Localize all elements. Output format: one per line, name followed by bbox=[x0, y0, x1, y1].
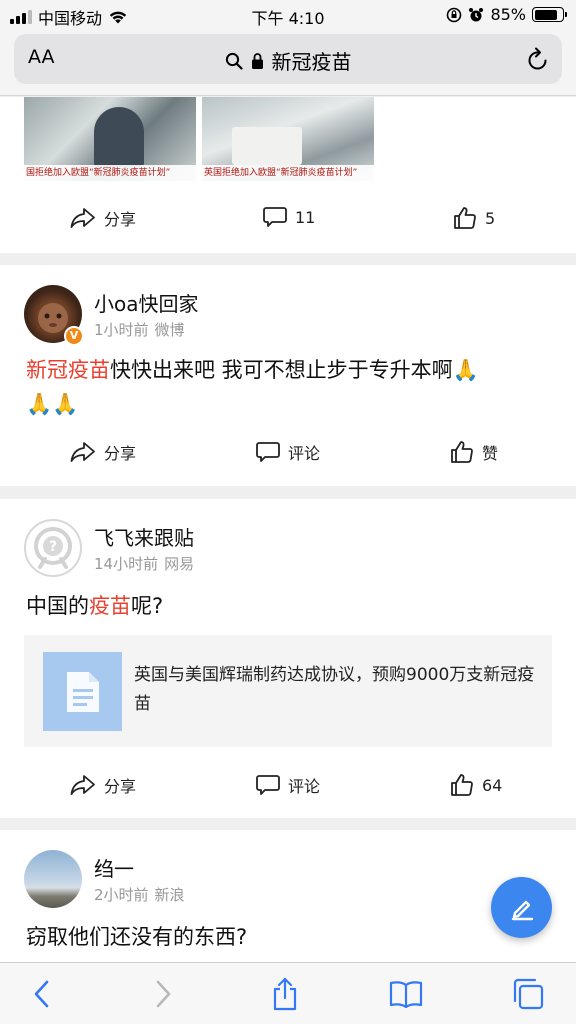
feed: 国拒绝加入欧盟“新冠肺炎疫苗计划” 英国拒绝加入欧盟“新冠肺炎疫苗计划” 分享 … bbox=[0, 97, 576, 962]
status-bar: 中国移动 下午 4:10 85% bbox=[0, 0, 576, 30]
username[interactable]: 飞飞来跟贴 bbox=[94, 522, 194, 551]
comment-label: 评论 bbox=[288, 777, 321, 796]
compose-button[interactable] bbox=[491, 877, 552, 938]
post-text[interactable]: 中国的疫苗呢? bbox=[26, 589, 163, 623]
post-card: 国拒绝加入欧盟“新冠肺炎疫苗计划” 英国拒绝加入欧盟“新冠肺炎疫苗计划” 分享 … bbox=[0, 97, 576, 253]
search-icon bbox=[225, 52, 243, 70]
post-image[interactable]: 英国拒绝加入欧盟“新冠肺炎疫苗计划” bbox=[202, 97, 374, 181]
post-text-part: 中国的 bbox=[26, 594, 89, 618]
comment-icon bbox=[263, 207, 287, 227]
post-image[interactable]: 国拒绝加入欧盟“新冠肺炎疫苗计划” bbox=[24, 97, 196, 181]
pen-icon bbox=[511, 900, 533, 920]
avatar[interactable]: ? bbox=[24, 519, 82, 577]
back-icon bbox=[34, 980, 49, 1008]
username[interactable]: 绉一 bbox=[94, 853, 134, 882]
bookmarks-icon bbox=[389, 981, 423, 1008]
default-avatar-icon: ? bbox=[34, 527, 72, 569]
image-caption: 国拒绝加入欧盟“新冠肺炎疫苗计划” bbox=[24, 165, 196, 181]
alarm-icon bbox=[469, 7, 484, 21]
post-card: V 小oa快回家 1小时前 微博 新冠疫苗快快出来吧 我可不想止步于专升本啊🙏 🙏… bbox=[0, 265, 576, 486]
post-actions: 分享 11 5 bbox=[0, 198, 576, 238]
thumbs-up-icon bbox=[451, 774, 473, 796]
share-arrow-icon bbox=[70, 775, 95, 795]
comment-icon bbox=[256, 442, 280, 462]
comment-button[interactable]: 11 bbox=[263, 206, 315, 228]
share-button[interactable]: 分享 bbox=[70, 206, 136, 230]
post-text-line: 快快出来吧 我可不想止步于专升本啊🙏 bbox=[110, 358, 479, 382]
browser-toolbar bbox=[0, 962, 576, 1024]
tabs-button[interactable] bbox=[511, 977, 545, 1011]
verified-badge: V bbox=[64, 326, 84, 346]
image-caption: 英国拒绝加入欧盟“新冠肺炎疫苗计划” bbox=[202, 165, 374, 181]
share-label: 分享 bbox=[104, 777, 137, 796]
like-button[interactable]: 5 bbox=[453, 206, 495, 230]
battery-icon bbox=[532, 7, 567, 22]
share-arrow-icon bbox=[70, 442, 95, 462]
comment-label: 评论 bbox=[288, 444, 321, 463]
post-source: 新浪 bbox=[154, 886, 185, 904]
tabs-icon bbox=[513, 978, 544, 1010]
reload-icon bbox=[528, 47, 547, 70]
address-bar[interactable]: AA 新冠疫苗 bbox=[14, 34, 562, 84]
post-text-line: 🙏🙏 bbox=[26, 392, 79, 416]
comment-icon bbox=[256, 775, 280, 795]
username[interactable]: 小oa快回家 bbox=[94, 288, 199, 317]
share-button[interactable]: 分享 bbox=[70, 773, 136, 797]
lock-icon bbox=[251, 52, 263, 69]
link-title: 英国与美国辉瑞制药达成协议，预购9000万支新冠疫苗 bbox=[134, 665, 535, 714]
post-source: 微博 bbox=[154, 321, 185, 339]
address-text: 新冠疫苗 bbox=[271, 50, 352, 74]
back-button[interactable] bbox=[25, 977, 59, 1011]
forward-icon bbox=[156, 980, 171, 1008]
post-card: 绉一 2小时前 新浪 窃取他们还没有的东西? bbox=[0, 830, 576, 962]
comment-button[interactable]: 评论 bbox=[256, 440, 320, 464]
comment-button[interactable]: 评论 bbox=[256, 773, 320, 797]
post-text[interactable]: 窃取他们还没有的东西? bbox=[26, 920, 247, 954]
post-text[interactable]: 新冠疫苗快快出来吧 我可不想止步于专升本啊🙏 🙏🙏 bbox=[26, 353, 479, 421]
avatar[interactable] bbox=[24, 850, 82, 908]
thumbs-up-icon bbox=[454, 207, 476, 229]
bookmarks-button[interactable] bbox=[389, 977, 423, 1011]
like-count: 64 bbox=[482, 775, 503, 795]
orientation-lock-icon bbox=[447, 7, 462, 22]
document-icon bbox=[43, 652, 122, 731]
like-button[interactable]: 64 bbox=[450, 773, 502, 797]
share-label: 分享 bbox=[104, 444, 137, 463]
like-count: 5 bbox=[485, 208, 496, 228]
comment-count: 11 bbox=[295, 207, 316, 227]
keyword-highlight: 疫苗 bbox=[89, 594, 131, 618]
post-time: 1小时前 bbox=[94, 321, 149, 339]
post-image-row: 国拒绝加入欧盟“新冠肺炎疫苗计划” 英国拒绝加入欧盟“新冠肺炎疫苗计划” bbox=[24, 97, 374, 181]
post-card: ? 飞飞来跟贴 14小时前 网易 中国的疫苗呢? 英国与美国辉瑞制药达成协议，预购… bbox=[0, 499, 576, 818]
share-icon bbox=[273, 977, 297, 1011]
like-label: 赞 bbox=[482, 444, 499, 463]
reload-button[interactable] bbox=[526, 46, 550, 76]
link-preview-card[interactable]: 英国与美国辉瑞制药达成协议，预购9000万支新冠疫苗 bbox=[24, 635, 552, 747]
post-meta: 14小时前 网易 bbox=[94, 553, 194, 574]
share-button[interactable]: 分享 bbox=[70, 440, 136, 464]
post-text-part: 呢? bbox=[131, 594, 164, 618]
post-meta: 1小时前 微博 bbox=[94, 319, 185, 340]
forward-button[interactable] bbox=[146, 977, 180, 1011]
like-button[interactable]: 赞 bbox=[450, 440, 498, 464]
post-meta: 2小时前 新浪 bbox=[94, 884, 185, 905]
post-source: 网易 bbox=[164, 555, 195, 573]
battery-percent: 85% bbox=[490, 5, 526, 24]
post-actions: 分享 评论 64 bbox=[0, 765, 576, 805]
post-actions: 分享 评论 赞 bbox=[0, 432, 576, 472]
share-arrow-icon bbox=[70, 208, 95, 228]
browser-address-area: AA 新冠疫苗 bbox=[0, 30, 576, 96]
post-time: 2小时前 bbox=[94, 886, 149, 904]
share-page-button[interactable] bbox=[268, 977, 302, 1011]
thumbs-up-icon bbox=[451, 441, 473, 463]
keyword-highlight: 新冠疫苗 bbox=[26, 358, 110, 382]
post-time: 14小时前 bbox=[94, 555, 159, 573]
share-label: 分享 bbox=[104, 210, 137, 229]
svg-text:?: ? bbox=[49, 539, 57, 555]
